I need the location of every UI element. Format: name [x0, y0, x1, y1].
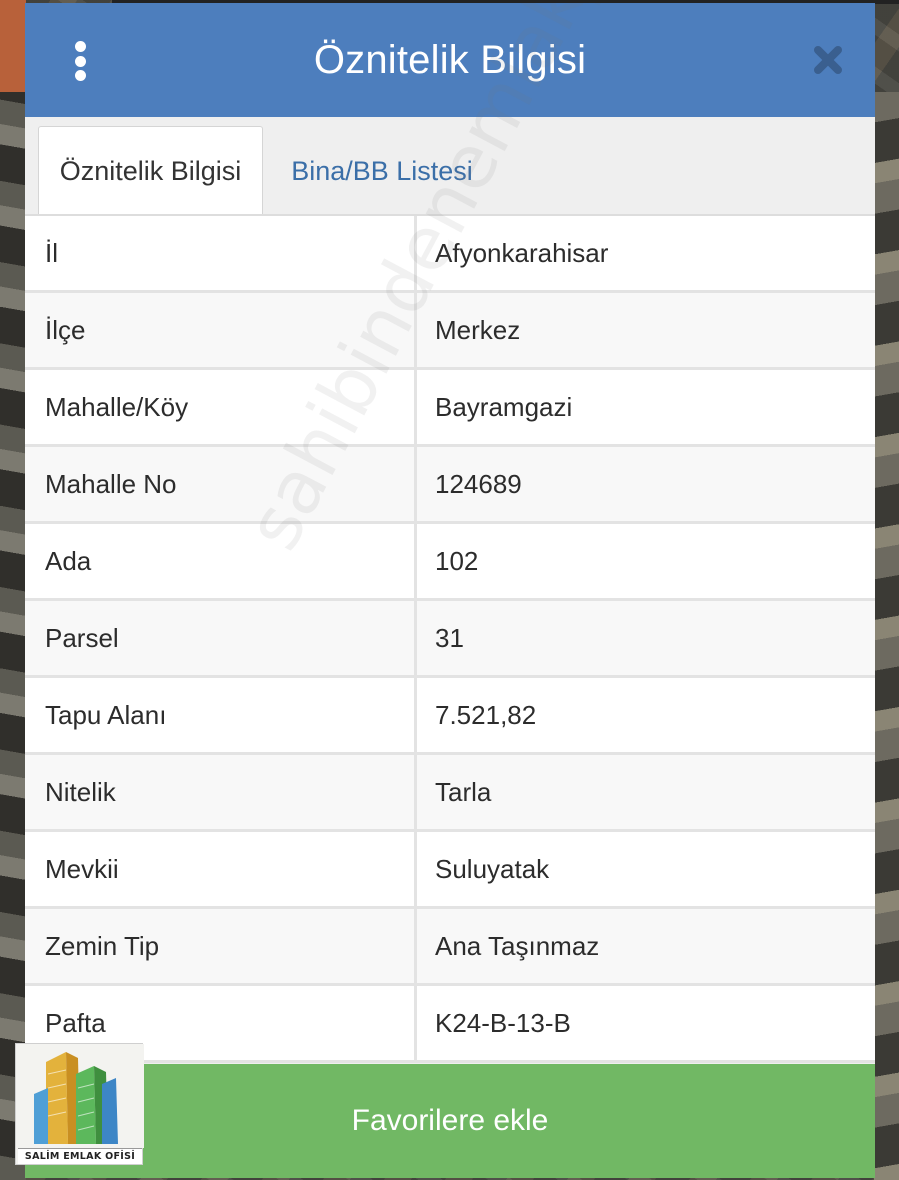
row-value: Suluyatak [435, 853, 550, 884]
add-to-favorites-button[interactable]: Favorilere ekle [25, 1064, 875, 1178]
row-label: Parsel [25, 601, 417, 675]
close-icon[interactable] [811, 43, 845, 77]
row-label: Mahalle/Köy [25, 370, 417, 444]
table-row: Pafta K24-B-13-B [25, 986, 875, 1063]
row-value: Ana Taşınmaz [435, 930, 600, 961]
table-row: Mevkii Suluyatak [25, 832, 875, 909]
row-value: Bayramgazi [435, 391, 573, 422]
logo-text: SALİM EMLAK OFİSİ [18, 1148, 142, 1164]
row-value: K24-B-13-B [435, 1007, 571, 1038]
row-label: Tapu Alanı [25, 678, 417, 752]
table-row: Mahalle No 124689 [25, 447, 875, 524]
tab-building-list[interactable]: Bina/BB Listesi [277, 126, 487, 216]
row-label: Nitelik [25, 755, 417, 829]
row-value: 102 [435, 545, 479, 576]
row-label: Mahalle No [25, 447, 417, 521]
map-left-strip [0, 92, 26, 1180]
attribute-info-modal: Öznitelik Bilgisi Öznitelik Bilgisi Bina… [25, 3, 875, 1178]
attribute-table: İl Afyonkarahisar İlçe Merkez Mahalle/Kö… [25, 214, 875, 1063]
row-label: İlçe [25, 293, 417, 367]
modal-title: Öznitelik Bilgisi [313, 37, 587, 82]
row-label: Ada [25, 524, 417, 598]
row-value: 7.521,82 [435, 699, 537, 730]
row-value: 124689 [435, 468, 522, 499]
table-row: Mahalle/Köy Bayramgazi [25, 370, 875, 447]
row-label: Mevkii [25, 832, 417, 906]
map-orange-area [0, 0, 26, 92]
tab-bar: Öznitelik Bilgisi Bina/BB Listesi [25, 117, 875, 216]
company-logo: SALİM EMLAK OFİSİ [15, 1043, 144, 1165]
row-value: Tarla [435, 776, 492, 807]
row-label: İl [25, 216, 417, 290]
table-row: Nitelik Tarla [25, 755, 875, 832]
table-row: Zemin Tip Ana Taşınmaz [25, 909, 875, 986]
table-row: Tapu Alanı 7.521,82 [25, 678, 875, 755]
table-row: İl Afyonkarahisar [25, 216, 875, 293]
modal-header: Öznitelik Bilgisi [25, 3, 875, 117]
row-value: Merkez [435, 314, 521, 345]
buildings-logo-icon [16, 1044, 144, 1148]
row-value: 31 [435, 622, 464, 653]
row-label: Zemin Tip [25, 909, 417, 983]
row-value: Afyonkarahisar [435, 237, 609, 268]
table-row: Ada 102 [25, 524, 875, 601]
table-row: İlçe Merkez [25, 293, 875, 370]
kebab-menu-icon[interactable] [72, 41, 88, 81]
map-right-strip [874, 92, 899, 1180]
tab-attribute-info[interactable]: Öznitelik Bilgisi [38, 126, 263, 216]
table-row: Parsel 31 [25, 601, 875, 678]
